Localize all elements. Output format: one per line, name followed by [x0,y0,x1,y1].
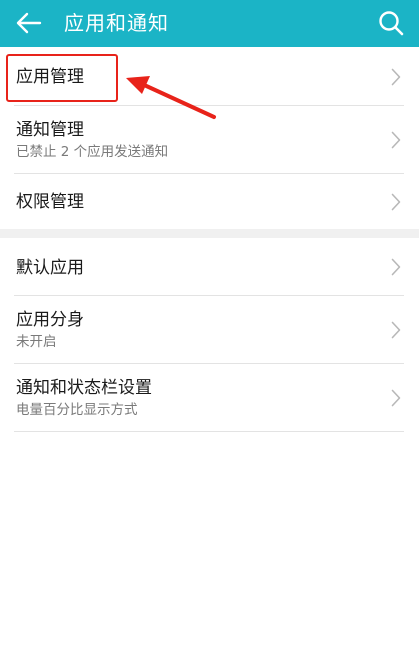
settings-item-label: 通知管理 [16,120,84,140]
settings-item-label: 权限管理 [16,192,84,212]
app-bar: 应用和通知 [0,0,419,47]
arrow-left-icon [16,12,42,34]
settings-section-more: 默认应用 应用分身 未开启 通知和状态栏设置 电量百分比显示方式 [0,238,419,432]
search-button[interactable] [377,9,405,37]
back-button[interactable] [14,9,44,37]
chevron-right-icon [391,258,401,276]
settings-item-subtitle: 电量百分比显示方式 [16,402,138,418]
settings-item-label: 通知和状态栏设置 [16,378,152,398]
chevron-right-icon [391,389,401,407]
chevron-right-icon [391,193,401,211]
page-title: 应用和通知 [64,11,169,35]
chevron-right-icon [391,68,401,86]
divider [14,431,404,432]
settings-item-permission-management[interactable]: 权限管理 [0,174,419,229]
settings-item-default-apps[interactable]: 默认应用 [0,238,419,295]
settings-item-app-twin[interactable]: 应用分身 未开启 [0,296,419,363]
annotation-highlight-box [6,54,118,102]
section-separator [0,229,419,238]
settings-item-label: 默认应用 [16,258,84,278]
settings-item-subtitle: 已禁止 2 个应用发送通知 [16,144,169,160]
settings-item-subtitle: 未开启 [16,334,57,350]
settings-item-notification-status-bar[interactable]: 通知和状态栏设置 电量百分比显示方式 [0,364,419,431]
chevron-right-icon [391,131,401,149]
chevron-right-icon [391,321,401,339]
search-icon [379,11,404,36]
settings-item-label: 应用分身 [16,310,84,330]
annotation-arrow-icon [126,76,216,119]
